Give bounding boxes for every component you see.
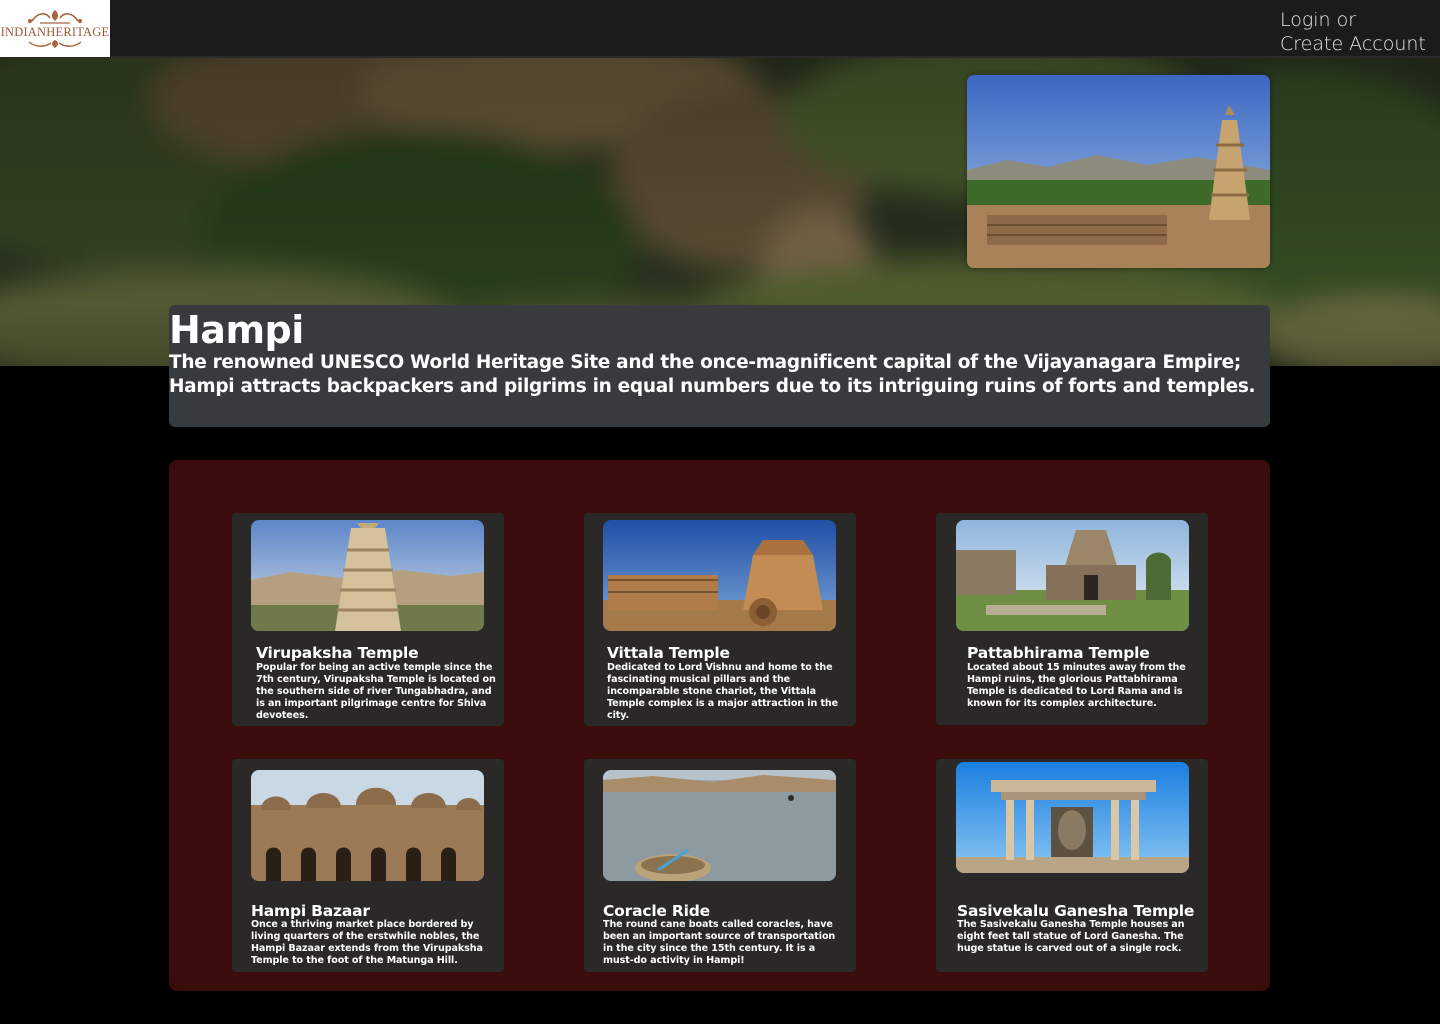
intro-box: Hampi The renowned UNESCO World Heritage… (169, 305, 1270, 427)
attraction-description: Once a thriving market place bordered by… (251, 919, 483, 966)
coracle-ride-photo (603, 770, 836, 881)
attraction-description: Located about 15 minutes away from the H… (967, 662, 1186, 709)
attraction-title: Virupaksha Temple (256, 644, 419, 662)
virupaksha-temple-photo (251, 520, 484, 631)
attraction-card[interactable]: Coracle Ride The round cane boats called… (584, 759, 856, 972)
top-navbar: INDIANHERITAGE Login or Create Account (0, 0, 1440, 58)
vittala-temple-image (603, 520, 836, 631)
sasivekalu-ganesha-temple-image (956, 762, 1189, 873)
attraction-card[interactable]: Sasivekalu Ganesha Temple The Sasivekalu… (936, 759, 1208, 972)
attraction-card[interactable]: Vittala Temple Dedicated to Lord Vishnu … (584, 513, 856, 726)
attraction-title: Hampi Bazaar (251, 902, 370, 920)
attraction-description: Dedicated to Lord Vishnu and home to the… (607, 662, 839, 721)
site-logo[interactable]: INDIANHERITAGE (0, 0, 110, 57)
attraction-title: Vittala Temple (607, 644, 730, 662)
attraction-description: Popular for being an active temple since… (256, 662, 496, 721)
page-description: The renowned UNESCO World Heritage Site … (169, 352, 1256, 397)
attraction-card[interactable]: Virupaksha Temple Popular for being an a… (232, 513, 504, 726)
pattabhirama-temple-photo (956, 520, 1189, 631)
attraction-card[interactable]: Hampi Bazaar Once a thriving market plac… (232, 759, 504, 972)
attraction-title: Coracle Ride (603, 902, 710, 920)
hampi-hero-photo (967, 75, 1270, 268)
attraction-description: The Sasivekalu Ganesha Temple houses an … (957, 919, 1185, 954)
create-account-link[interactable]: Create Account (1280, 32, 1426, 56)
hampi-bazaar-photo (251, 770, 484, 881)
virupaksha-temple-image (251, 520, 484, 631)
logo-ornament-icon (28, 9, 82, 24)
attraction-title: Sasivekalu Ganesha Temple (957, 902, 1195, 920)
vittala-temple-photo (603, 520, 836, 631)
attraction-card[interactable]: Pattabhirama Temple Located about 15 min… (936, 513, 1208, 725)
hampi-bazaar-image (251, 770, 484, 881)
sasivekalu-ganesha-temple-photo (956, 762, 1189, 873)
login-link[interactable]: Login or (1280, 8, 1424, 32)
attraction-description: The round cane boats called coracles, ha… (603, 919, 836, 966)
auth-links: Login or Create Account (1280, 8, 1426, 56)
attraction-title: Pattabhirama Temple (967, 644, 1150, 662)
logo-text: INDIANHERITAGE (0, 24, 110, 39)
hampi-landscape-image (967, 75, 1270, 268)
logo-ornament-bottom-icon (28, 39, 82, 48)
pattabhirama-temple-image (956, 520, 1189, 631)
coracle-ride-image (603, 770, 836, 881)
page-title: Hampi (169, 308, 304, 352)
